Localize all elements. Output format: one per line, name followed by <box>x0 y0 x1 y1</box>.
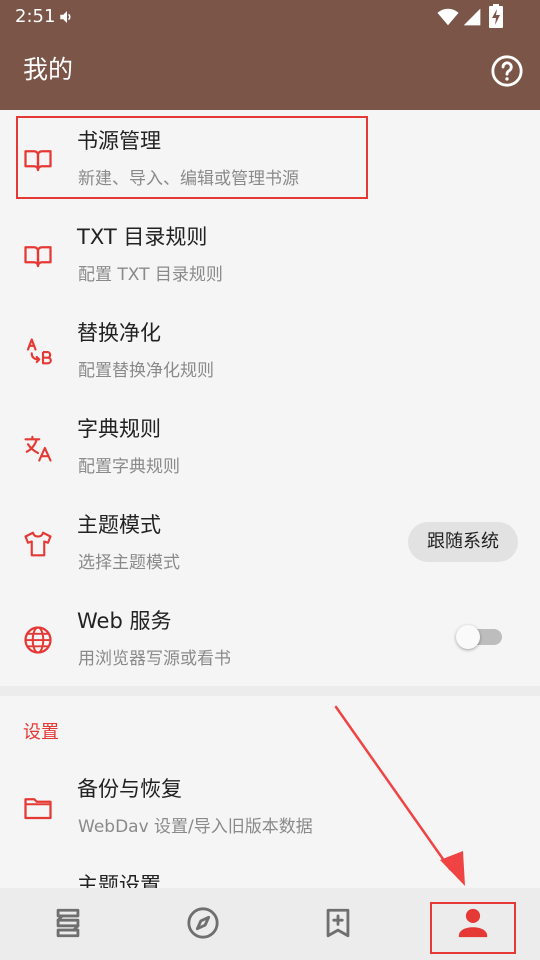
battery-icon <box>489 4 503 28</box>
translate-icon <box>24 435 52 462</box>
bookshelf-icon <box>56 908 80 938</box>
book-open-icon <box>24 246 52 268</box>
menu-item-subtitle: 配置 TXT 目录规则 <box>78 265 223 285</box>
my-tab-highlight-box <box>430 902 516 954</box>
menu-item-title: 备份与恢复 <box>77 777 182 801</box>
menu-item-txt-toc-rules[interactable]: TXT 目录规则 配置 TXT 目录规则 <box>0 206 540 302</box>
status-bar: 2:51 <box>0 0 540 34</box>
globe-icon <box>24 626 52 654</box>
help-circle-icon[interactable] <box>490 54 524 88</box>
menu-item-subtitle: 配置字典规则 <box>78 457 180 477</box>
menu-item-title: TXT 目录规则 <box>77 225 208 249</box>
menu-item-subtitle: WebDav 设置/导入旧版本数据 <box>78 817 313 837</box>
menu-item-title: 字典规则 <box>77 417 161 441</box>
folder-icon <box>24 798 52 820</box>
menu-item-title: 主题模式 <box>77 513 161 537</box>
menu-item-subtitle: 用浏览器写源或看书 <box>78 649 231 669</box>
nav-bookshelf[interactable] <box>0 888 135 960</box>
menu-item-title: 替换净化 <box>77 321 161 345</box>
compass-icon <box>187 907 219 939</box>
wifi-icon <box>437 8 459 26</box>
menu-item-subtitle: 选择主题模式 <box>78 553 180 573</box>
theme-mode-select[interactable]: 跟随系统 <box>408 522 518 562</box>
menu-item-subtitle: 配置替换净化规则 <box>78 361 214 381</box>
menu-item-backup-restore[interactable]: 备份与恢复 WebDav 设置/导入旧版本数据 <box>0 758 540 854</box>
nav-rss[interactable] <box>270 888 405 960</box>
section-divider <box>0 686 540 696</box>
app-bar: 我的 <box>0 34 540 110</box>
tshirt-icon <box>24 531 52 557</box>
bookmark-add-icon <box>326 908 350 938</box>
settings-section: 设置 备份与恢复 WebDav 设置/导入旧版本数据 主题设置 <box>0 696 540 917</box>
volume-icon <box>60 11 71 23</box>
replace-icon <box>26 338 52 365</box>
page-title: 我的 <box>23 55 74 84</box>
status-time: 2:51 <box>15 6 56 27</box>
menu-item-title: Web 服务 <box>77 609 172 633</box>
book-source-highlight-box <box>16 116 368 199</box>
menu-item-dictionary-rules[interactable]: 字典规则 配置字典规则 <box>0 398 540 494</box>
settings-section-header: 设置 <box>23 722 59 743</box>
web-service-toggle-thumb[interactable] <box>456 625 480 649</box>
my-page-screen: 2:51 我的 书源管理 新建、导入、编辑或管理书源 TXT 目录规则 配置 T… <box>0 0 540 960</box>
nav-discover[interactable] <box>135 888 270 960</box>
signal-icon <box>463 8 481 26</box>
menu-item-replace-purify[interactable]: 替换净化 配置替换净化规则 <box>0 302 540 398</box>
